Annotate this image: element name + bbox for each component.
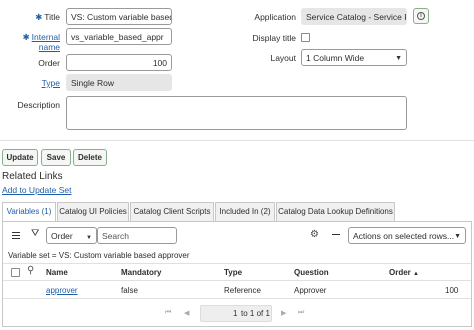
previous-page-icon[interactable]: ◀ bbox=[184, 309, 189, 317]
row-mandatory: false bbox=[121, 286, 138, 295]
actions-select-value: Actions on selected rows... bbox=[353, 231, 455, 241]
sort-ascending-icon: ▲ bbox=[413, 271, 419, 277]
layout-select[interactable]: 1 Column Wide ▼ bbox=[301, 49, 407, 66]
description-label: Description bbox=[17, 100, 60, 110]
divider bbox=[3, 263, 471, 264]
page-range-text: to 1 of 1 bbox=[241, 309, 270, 318]
internal-name-label[interactable]: ✱ Internal name bbox=[23, 32, 60, 52]
tab-catalog-data-lookup-definitions[interactable]: Catalog Data Lookup Definitions bbox=[276, 202, 395, 221]
application-label: Application bbox=[254, 12, 296, 22]
order-label: Order bbox=[38, 58, 60, 68]
delete-button[interactable]: Delete bbox=[73, 149, 107, 166]
page-box: 1 to 1 of 1 bbox=[200, 305, 272, 322]
layout-select-value: 1 Column Wide bbox=[306, 53, 365, 63]
select-all-checkbox[interactable] bbox=[11, 268, 20, 277]
filter-icon[interactable]: ⛛ bbox=[31, 228, 39, 239]
info-icon: i bbox=[417, 12, 425, 20]
hamburger-menu-icon[interactable] bbox=[12, 232, 20, 239]
column-header-order-label: Order bbox=[389, 268, 411, 277]
column-header-mandatory[interactable]: Mandatory bbox=[121, 268, 161, 277]
chevron-down-icon: ▼ bbox=[86, 235, 92, 241]
internal-name-link-1[interactable]: Internal bbox=[32, 32, 60, 42]
type-link[interactable]: Type bbox=[42, 78, 60, 88]
row-type: Reference bbox=[224, 286, 261, 295]
search-placeholder: Search bbox=[102, 231, 129, 241]
type-readonly-field: Single Row bbox=[66, 74, 172, 91]
search-input[interactable]: Search bbox=[97, 227, 177, 244]
title-label-text: Title bbox=[44, 12, 60, 22]
actions-select[interactable]: Actions on selected rows... ▼ bbox=[348, 227, 466, 244]
column-header-question[interactable]: Question bbox=[294, 268, 329, 277]
divider bbox=[3, 298, 471, 299]
mandatory-asterisk-icon: ✱ bbox=[35, 12, 43, 22]
order-input[interactable]: 100 bbox=[66, 54, 172, 71]
mandatory-asterisk-icon: ✱ bbox=[22, 32, 30, 42]
hamburger-middle-line bbox=[12, 235, 20, 236]
tab-variables[interactable]: Variables (1) bbox=[2, 202, 56, 222]
related-links-heading: Related Links bbox=[2, 171, 63, 182]
settings-gear-icon[interactable]: ⚙ bbox=[310, 229, 319, 240]
row-question: Approver bbox=[294, 286, 327, 295]
row-name-link[interactable]: approver bbox=[46, 286, 78, 295]
breadcrumb: Variable set = VS: Custom variable based… bbox=[8, 251, 190, 260]
internal-name-input[interactable]: vs_variable_based_appr bbox=[66, 28, 172, 45]
chevron-down-icon: ▼ bbox=[454, 233, 461, 240]
display-title-checkbox[interactable] bbox=[301, 33, 310, 42]
add-to-update-set-link[interactable]: Add to Update Set bbox=[2, 185, 71, 195]
search-field-value: Order bbox=[51, 231, 73, 241]
application-readonly-field: Service Catalog - Service Fulf bbox=[301, 8, 407, 25]
save-button[interactable]: Save bbox=[41, 149, 71, 166]
first-page-icon[interactable]: ⏮ bbox=[165, 309, 171, 317]
current-page-input[interactable]: 1 bbox=[233, 309, 237, 318]
title-label: ✱ Title bbox=[35, 12, 60, 23]
tab-included-in[interactable]: Included In (2) bbox=[215, 202, 275, 221]
column-header-name[interactable]: Name bbox=[46, 268, 68, 277]
title-input[interactable]: VS: Custom variable based ap bbox=[66, 8, 172, 25]
chevron-down-icon: ▼ bbox=[395, 55, 402, 62]
column-header-type[interactable]: Type bbox=[224, 268, 242, 277]
description-textarea[interactable] bbox=[66, 96, 407, 130]
search-icon[interactable]: ⚲ bbox=[27, 265, 34, 276]
column-header-order[interactable]: Order ▲ bbox=[389, 268, 419, 277]
tab-catalog-ui-policies[interactable]: Catalog UI Policies bbox=[57, 202, 129, 221]
last-page-icon[interactable]: ⏭ bbox=[298, 309, 304, 317]
info-button[interactable]: i bbox=[413, 8, 429, 24]
display-title-label: Display title bbox=[252, 33, 296, 43]
row-order: 100 bbox=[445, 286, 459, 295]
tab-catalog-client-scripts[interactable]: Catalog Client Scripts bbox=[130, 202, 214, 221]
next-page-icon[interactable]: ▶ bbox=[281, 309, 286, 317]
divider bbox=[0, 140, 474, 141]
internal-name-link-2[interactable]: name bbox=[39, 42, 60, 52]
update-button[interactable]: Update bbox=[2, 149, 38, 166]
layout-label: Layout bbox=[270, 53, 296, 63]
search-field-select[interactable]: Order ▼ bbox=[46, 227, 97, 244]
collapse-minus-icon[interactable] bbox=[332, 234, 340, 235]
divider bbox=[3, 280, 471, 281]
